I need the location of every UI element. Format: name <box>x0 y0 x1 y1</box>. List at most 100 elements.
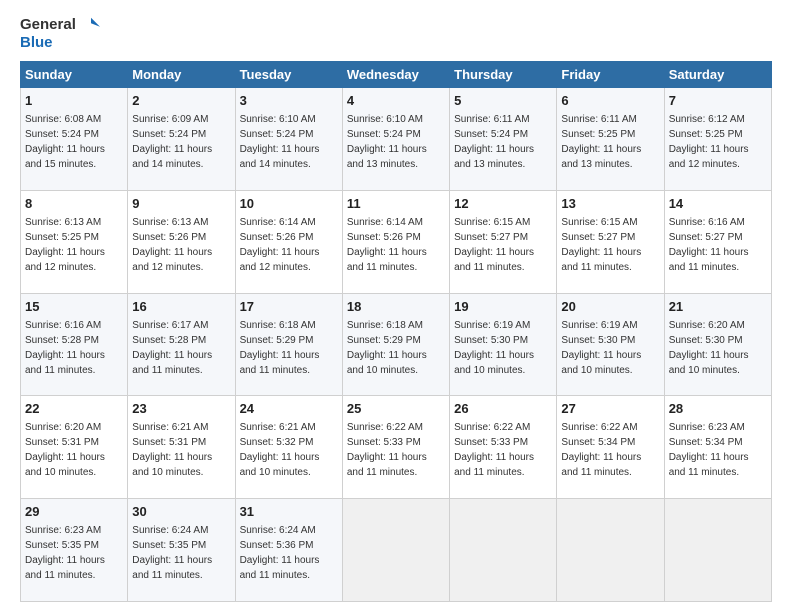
calendar-cell: 1Sunrise: 6:08 AMSunset: 5:24 PMDaylight… <box>21 88 128 191</box>
calendar-cell <box>450 499 557 602</box>
cell-content: Sunrise: 6:18 AMSunset: 5:29 PMDaylight:… <box>347 318 445 378</box>
day-number: 26 <box>454 400 552 419</box>
day-number: 6 <box>561 92 659 111</box>
calendar-cell: 3Sunrise: 6:10 AMSunset: 5:24 PMDaylight… <box>235 88 342 191</box>
calendar-cell: 26Sunrise: 6:22 AMSunset: 5:33 PMDayligh… <box>450 396 557 499</box>
calendar-cell: 21Sunrise: 6:20 AMSunset: 5:30 PMDayligh… <box>664 293 771 396</box>
header-cell-thursday: Thursday <box>450 62 557 88</box>
cell-content: Sunrise: 6:10 AMSunset: 5:24 PMDaylight:… <box>347 112 445 172</box>
week-row-5: 29Sunrise: 6:23 AMSunset: 5:35 PMDayligh… <box>21 499 772 602</box>
day-number: 21 <box>669 298 767 317</box>
calendar-cell: 30Sunrise: 6:24 AMSunset: 5:35 PMDayligh… <box>128 499 235 602</box>
calendar-cell: 2Sunrise: 6:09 AMSunset: 5:24 PMDaylight… <box>128 88 235 191</box>
cell-content: Sunrise: 6:23 AMSunset: 5:34 PMDaylight:… <box>669 420 767 480</box>
calendar-cell: 10Sunrise: 6:14 AMSunset: 5:26 PMDayligh… <box>235 191 342 294</box>
day-number: 18 <box>347 298 445 317</box>
calendar-cell: 31Sunrise: 6:24 AMSunset: 5:36 PMDayligh… <box>235 499 342 602</box>
cell-content: Sunrise: 6:16 AMSunset: 5:28 PMDaylight:… <box>25 318 123 378</box>
logo-general: General <box>20 16 76 33</box>
cell-content: Sunrise: 6:11 AMSunset: 5:24 PMDaylight:… <box>454 112 552 172</box>
calendar-cell: 7Sunrise: 6:12 AMSunset: 5:25 PMDaylight… <box>664 88 771 191</box>
calendar-cell <box>664 499 771 602</box>
calendar-cell: 28Sunrise: 6:23 AMSunset: 5:34 PMDayligh… <box>664 396 771 499</box>
calendar-cell: 15Sunrise: 6:16 AMSunset: 5:28 PMDayligh… <box>21 293 128 396</box>
day-number: 1 <box>25 92 123 111</box>
page: General Blue SundayMondayTuesdayWednesda… <box>0 0 792 612</box>
cell-content: Sunrise: 6:19 AMSunset: 5:30 PMDaylight:… <box>561 318 659 378</box>
header-cell-saturday: Saturday <box>664 62 771 88</box>
day-number: 16 <box>132 298 230 317</box>
cell-content: Sunrise: 6:13 AMSunset: 5:26 PMDaylight:… <box>132 215 230 275</box>
cell-content: Sunrise: 6:24 AMSunset: 5:36 PMDaylight:… <box>240 523 338 583</box>
week-row-1: 1Sunrise: 6:08 AMSunset: 5:24 PMDaylight… <box>21 88 772 191</box>
calendar-cell: 25Sunrise: 6:22 AMSunset: 5:33 PMDayligh… <box>342 396 449 499</box>
calendar-cell: 13Sunrise: 6:15 AMSunset: 5:27 PMDayligh… <box>557 191 664 294</box>
header-cell-tuesday: Tuesday <box>235 62 342 88</box>
calendar-header: SundayMondayTuesdayWednesdayThursdayFrid… <box>21 62 772 88</box>
logo-blue: Blue <box>20 34 53 51</box>
cell-content: Sunrise: 6:12 AMSunset: 5:25 PMDaylight:… <box>669 112 767 172</box>
day-number: 5 <box>454 92 552 111</box>
header: General Blue <box>20 16 772 51</box>
cell-content: Sunrise: 6:20 AMSunset: 5:30 PMDaylight:… <box>669 318 767 378</box>
day-number: 9 <box>132 195 230 214</box>
cell-content: Sunrise: 6:22 AMSunset: 5:34 PMDaylight:… <box>561 420 659 480</box>
day-number: 3 <box>240 92 338 111</box>
cell-content: Sunrise: 6:19 AMSunset: 5:30 PMDaylight:… <box>454 318 552 378</box>
calendar-cell: 18Sunrise: 6:18 AMSunset: 5:29 PMDayligh… <box>342 293 449 396</box>
day-number: 4 <box>347 92 445 111</box>
day-number: 10 <box>240 195 338 214</box>
day-number: 22 <box>25 400 123 419</box>
cell-content: Sunrise: 6:10 AMSunset: 5:24 PMDaylight:… <box>240 112 338 172</box>
day-number: 31 <box>240 503 338 522</box>
calendar-cell: 23Sunrise: 6:21 AMSunset: 5:31 PMDayligh… <box>128 396 235 499</box>
header-row: SundayMondayTuesdayWednesdayThursdayFrid… <box>21 62 772 88</box>
week-row-4: 22Sunrise: 6:20 AMSunset: 5:31 PMDayligh… <box>21 396 772 499</box>
cell-content: Sunrise: 6:15 AMSunset: 5:27 PMDaylight:… <box>561 215 659 275</box>
cell-content: Sunrise: 6:13 AMSunset: 5:25 PMDaylight:… <box>25 215 123 275</box>
header-cell-monday: Monday <box>128 62 235 88</box>
cell-content: Sunrise: 6:18 AMSunset: 5:29 PMDaylight:… <box>240 318 338 378</box>
cell-content: Sunrise: 6:23 AMSunset: 5:35 PMDaylight:… <box>25 523 123 583</box>
header-cell-friday: Friday <box>557 62 664 88</box>
calendar-body: 1Sunrise: 6:08 AMSunset: 5:24 PMDaylight… <box>21 88 772 602</box>
cell-content: Sunrise: 6:22 AMSunset: 5:33 PMDaylight:… <box>454 420 552 480</box>
day-number: 13 <box>561 195 659 214</box>
day-number: 23 <box>132 400 230 419</box>
cell-content: Sunrise: 6:20 AMSunset: 5:31 PMDaylight:… <box>25 420 123 480</box>
calendar-cell: 6Sunrise: 6:11 AMSunset: 5:25 PMDaylight… <box>557 88 664 191</box>
calendar-cell: 14Sunrise: 6:16 AMSunset: 5:27 PMDayligh… <box>664 191 771 294</box>
calendar-cell: 20Sunrise: 6:19 AMSunset: 5:30 PMDayligh… <box>557 293 664 396</box>
cell-content: Sunrise: 6:22 AMSunset: 5:33 PMDaylight:… <box>347 420 445 480</box>
week-row-2: 8Sunrise: 6:13 AMSunset: 5:25 PMDaylight… <box>21 191 772 294</box>
header-cell-wednesday: Wednesday <box>342 62 449 88</box>
calendar-table: SundayMondayTuesdayWednesdayThursdayFrid… <box>20 61 772 602</box>
cell-content: Sunrise: 6:24 AMSunset: 5:35 PMDaylight:… <box>132 523 230 583</box>
calendar-cell: 5Sunrise: 6:11 AMSunset: 5:24 PMDaylight… <box>450 88 557 191</box>
calendar-cell <box>557 499 664 602</box>
day-number: 14 <box>669 195 767 214</box>
calendar-cell: 12Sunrise: 6:15 AMSunset: 5:27 PMDayligh… <box>450 191 557 294</box>
calendar-cell: 27Sunrise: 6:22 AMSunset: 5:34 PMDayligh… <box>557 396 664 499</box>
cell-content: Sunrise: 6:14 AMSunset: 5:26 PMDaylight:… <box>240 215 338 275</box>
day-number: 7 <box>669 92 767 111</box>
day-number: 20 <box>561 298 659 317</box>
cell-content: Sunrise: 6:14 AMSunset: 5:26 PMDaylight:… <box>347 215 445 275</box>
calendar-cell: 17Sunrise: 6:18 AMSunset: 5:29 PMDayligh… <box>235 293 342 396</box>
week-row-3: 15Sunrise: 6:16 AMSunset: 5:28 PMDayligh… <box>21 293 772 396</box>
day-number: 29 <box>25 503 123 522</box>
cell-content: Sunrise: 6:21 AMSunset: 5:32 PMDaylight:… <box>240 420 338 480</box>
day-number: 2 <box>132 92 230 111</box>
calendar-cell: 24Sunrise: 6:21 AMSunset: 5:32 PMDayligh… <box>235 396 342 499</box>
cell-content: Sunrise: 6:17 AMSunset: 5:28 PMDaylight:… <box>132 318 230 378</box>
day-number: 12 <box>454 195 552 214</box>
calendar-cell: 19Sunrise: 6:19 AMSunset: 5:30 PMDayligh… <box>450 293 557 396</box>
calendar-cell: 16Sunrise: 6:17 AMSunset: 5:28 PMDayligh… <box>128 293 235 396</box>
day-number: 11 <box>347 195 445 214</box>
cell-content: Sunrise: 6:15 AMSunset: 5:27 PMDaylight:… <box>454 215 552 275</box>
day-number: 28 <box>669 400 767 419</box>
calendar-cell: 9Sunrise: 6:13 AMSunset: 5:26 PMDaylight… <box>128 191 235 294</box>
day-number: 24 <box>240 400 338 419</box>
day-number: 17 <box>240 298 338 317</box>
cell-content: Sunrise: 6:11 AMSunset: 5:25 PMDaylight:… <box>561 112 659 172</box>
